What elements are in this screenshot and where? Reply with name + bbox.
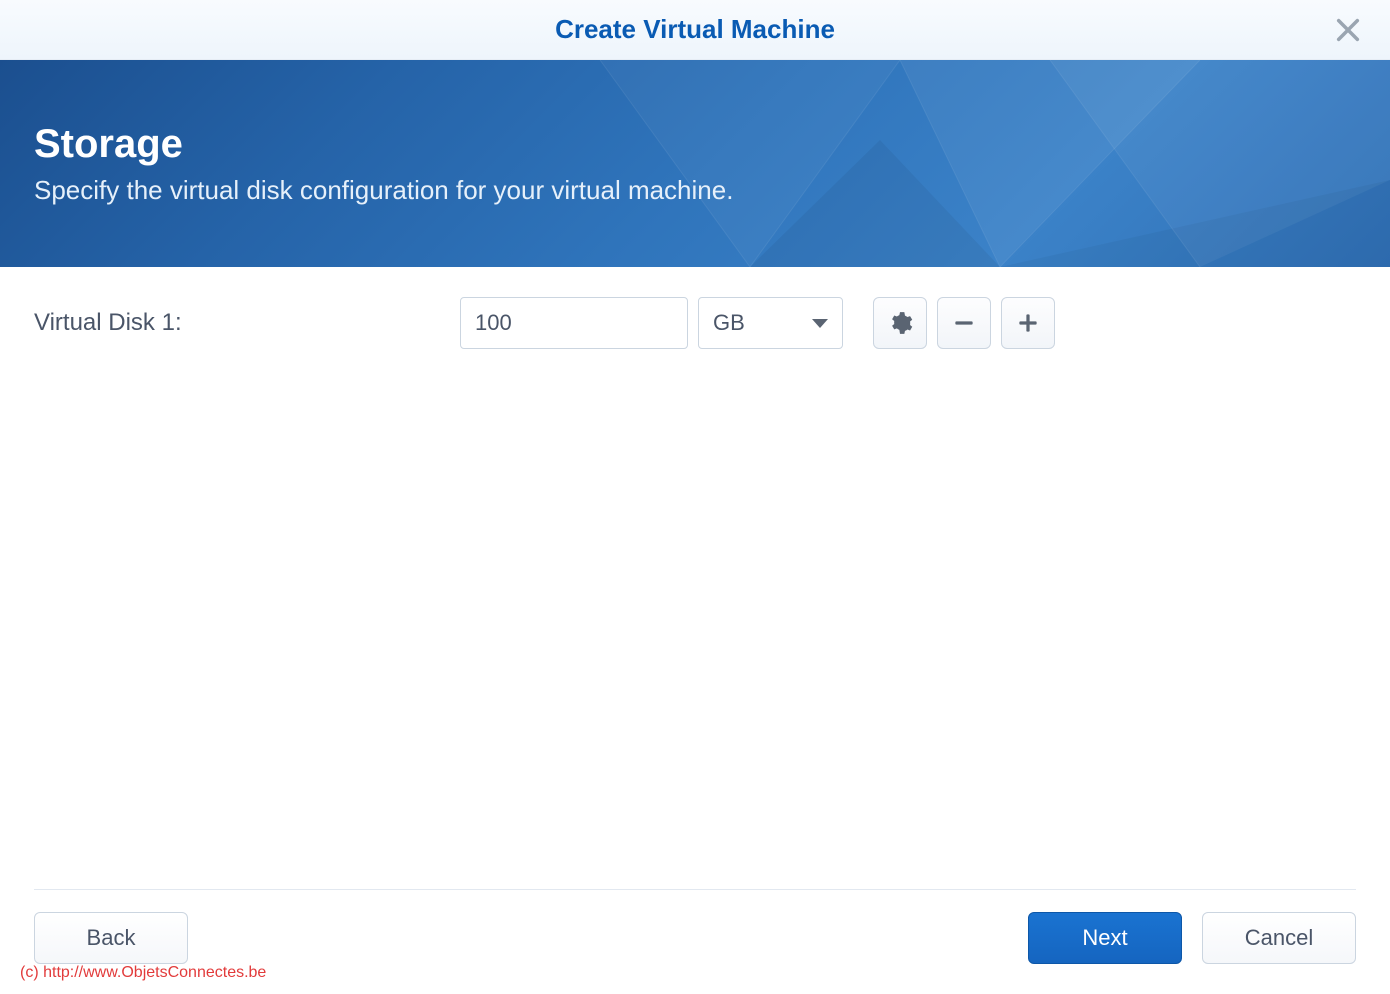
- disk-settings-button[interactable]: [873, 297, 927, 349]
- remove-disk-button[interactable]: [937, 297, 991, 349]
- disk-unit-select[interactable]: GB: [698, 297, 843, 349]
- footer-right-group: Next Cancel: [1028, 912, 1356, 964]
- close-button[interactable]: [1334, 16, 1362, 44]
- minus-icon: [951, 310, 977, 336]
- footer-buttons: Back Next Cancel: [34, 912, 1356, 964]
- titlebar: Create Virtual Machine: [0, 0, 1390, 60]
- add-disk-button[interactable]: [1001, 297, 1055, 349]
- cancel-button[interactable]: Cancel: [1202, 912, 1356, 964]
- disk-label: Virtual Disk 1:: [34, 309, 450, 337]
- dialog-title: Create Virtual Machine: [555, 14, 835, 45]
- watermark: (c) http://www.ObjetsConnectes.be: [20, 964, 266, 982]
- footer-divider: [34, 889, 1356, 890]
- plus-icon: [1015, 310, 1041, 336]
- chevron-down-icon: [812, 319, 828, 328]
- disk-size-input[interactable]: [460, 297, 688, 349]
- next-button[interactable]: Next: [1028, 912, 1182, 964]
- disk-row: Virtual Disk 1: GB: [34, 297, 1356, 349]
- disk-unit-value: GB: [713, 310, 745, 336]
- back-button[interactable]: Back: [34, 912, 188, 964]
- step-title: Storage: [34, 122, 1356, 167]
- step-subtitle: Specify the virtual disk configuration f…: [34, 175, 1356, 206]
- gear-icon: [887, 310, 913, 336]
- close-icon: [1334, 16, 1362, 44]
- banner: Storage Specify the virtual disk configu…: [0, 60, 1390, 267]
- content-area: Virtual Disk 1: GB: [0, 267, 1390, 379]
